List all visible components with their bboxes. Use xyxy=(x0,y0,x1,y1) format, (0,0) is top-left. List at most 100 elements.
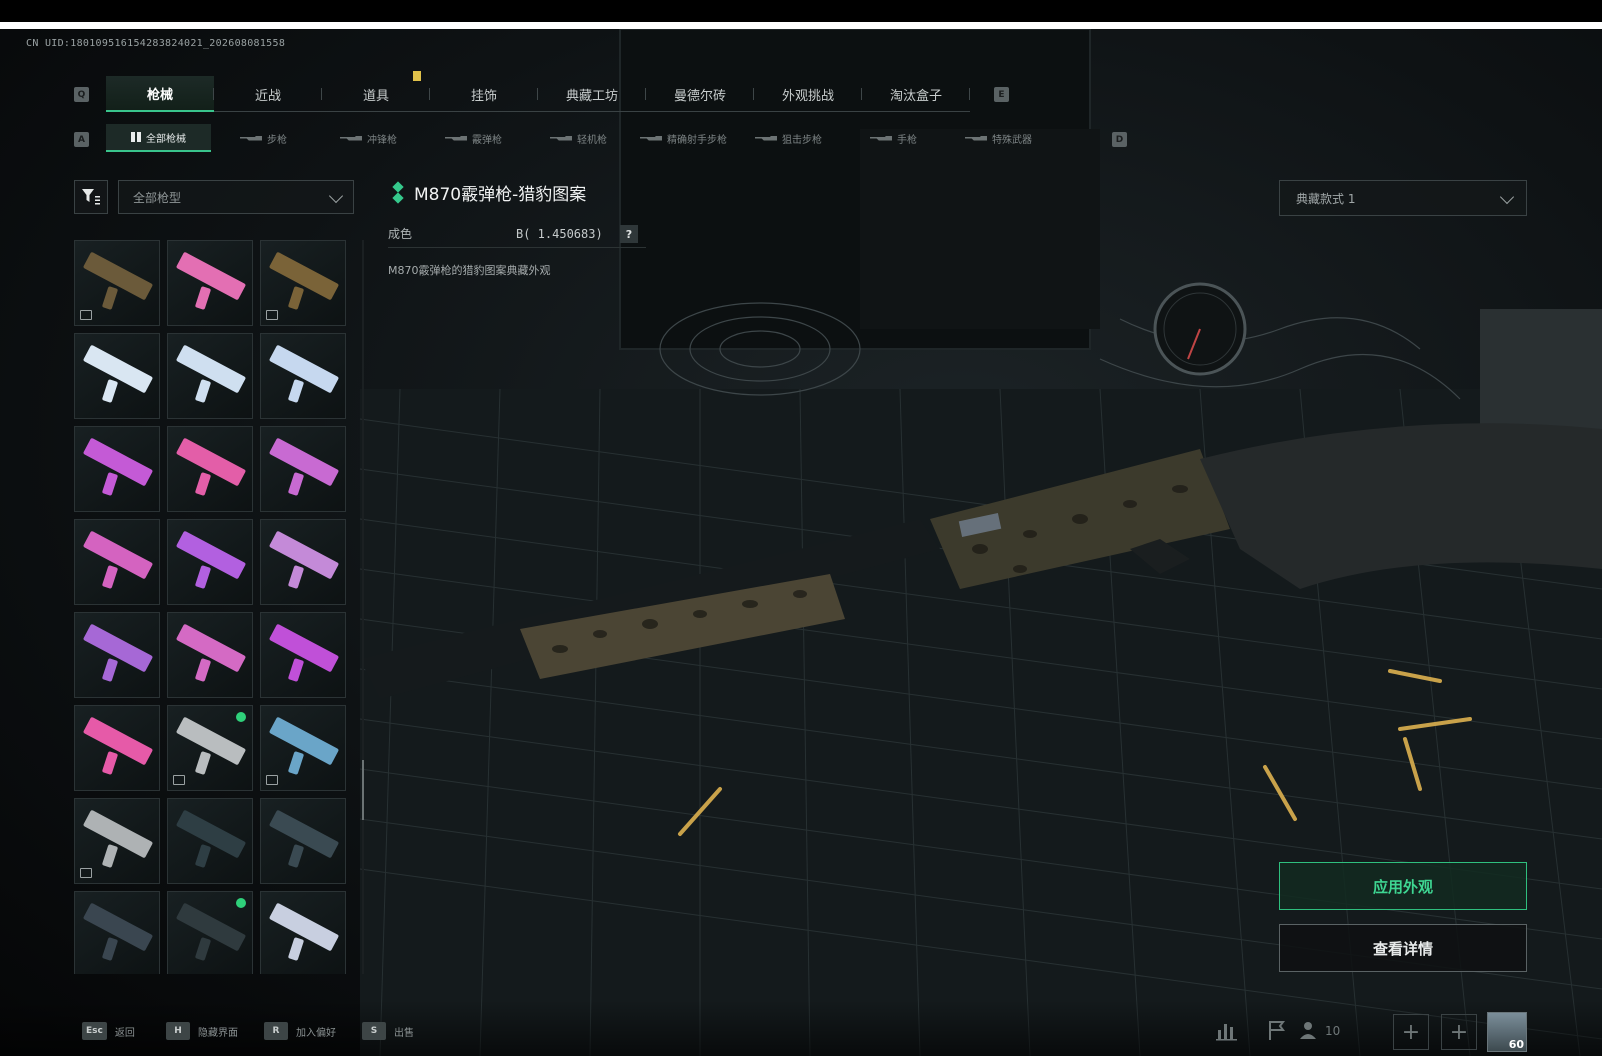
tab-charms[interactable]: 挂饰 xyxy=(430,76,538,112)
weapon-grip-image xyxy=(101,936,119,962)
filter-button[interactable] xyxy=(74,180,108,214)
hint-back[interactable]: Esc 返回 xyxy=(82,1022,135,1040)
skin-thumbnail[interactable] xyxy=(167,426,253,512)
tab-melee[interactable]: 近战 xyxy=(214,76,322,112)
weapon-grip-image xyxy=(287,843,305,869)
chevron-down-icon xyxy=(328,188,344,204)
tab-items[interactable]: 道具 xyxy=(322,76,430,112)
friends-icon[interactable] xyxy=(1298,1018,1322,1042)
marksman-icon xyxy=(640,135,662,141)
subtab-label: 冲锋枪 xyxy=(367,134,397,146)
skin-thumbnail[interactable] xyxy=(74,519,160,605)
add-party-slot-button[interactable]: + xyxy=(1393,1014,1429,1050)
weapon-grip-image xyxy=(101,471,119,497)
skin-thumbnail[interactable] xyxy=(74,798,160,884)
subtab-all-firearms[interactable]: 全部枪械 xyxy=(106,124,211,152)
friends-count: 10 xyxy=(1325,1024,1341,1038)
apply-skin-button[interactable]: 应用外观 xyxy=(1279,862,1527,910)
quality-row: 成色 B( 1.450683) ? xyxy=(388,220,646,248)
weapon-grip-image xyxy=(194,936,212,962)
next-tab-key-badge[interactable]: E xyxy=(994,87,1009,102)
prev-tab-key-badge[interactable]: Q xyxy=(74,87,89,102)
subtab-shotguns[interactable]: 霰弹枪 xyxy=(421,124,526,152)
skin-thumbnail[interactable] xyxy=(167,240,253,326)
grid-scrollbar[interactable] xyxy=(362,240,364,974)
rarity-icon xyxy=(392,182,404,204)
subtab-label: 精确射手步枪 xyxy=(667,134,727,146)
skin-thumbnail[interactable] xyxy=(260,798,346,884)
skin-thumbnail[interactable] xyxy=(74,612,160,698)
subtab-pistols[interactable]: 手枪 xyxy=(841,124,946,152)
weapon-grip-image xyxy=(287,936,305,962)
weapon-skin-image xyxy=(82,437,154,487)
scrollbar-thumb[interactable] xyxy=(362,760,364,820)
weapon-grip-image xyxy=(101,750,119,776)
subtab-lmg[interactable]: 轻机枪 xyxy=(526,124,631,152)
skin-thumbnail[interactable] xyxy=(74,426,160,512)
subtab-label: 步枪 xyxy=(267,134,287,146)
skin-thumbnail[interactable] xyxy=(260,333,346,419)
skin-thumbnail[interactable] xyxy=(74,705,160,791)
key-badge: Esc xyxy=(82,1022,107,1040)
special-weapon-icon xyxy=(965,135,987,141)
next-subtab-key-badge[interactable]: D xyxy=(1112,132,1127,147)
flag-icon[interactable] xyxy=(1265,1018,1289,1042)
collection-style-dropdown[interactable]: 典藏款式 1 xyxy=(1279,180,1527,216)
subtab-label: 霰弹枪 xyxy=(472,134,502,146)
subtab-marksman[interactable]: 精确射手步枪 xyxy=(631,124,736,152)
skin-thumbnail[interactable] xyxy=(167,798,253,884)
skin-thumbnail[interactable] xyxy=(260,891,346,974)
weapon-grip-image xyxy=(194,843,212,869)
weapon-type-dropdown[interactable]: 全部枪型 xyxy=(118,180,354,214)
view-details-button[interactable]: 查看详情 xyxy=(1279,924,1527,972)
pistol-icon xyxy=(870,135,892,141)
skin-thumbnail[interactable] xyxy=(167,612,253,698)
subtab-smg[interactable]: 冲锋枪 xyxy=(316,124,421,152)
image-icon xyxy=(266,775,278,785)
skin-thumbnail[interactable] xyxy=(260,240,346,326)
tab-firearms[interactable]: 枪械 xyxy=(106,76,214,112)
weapon-grip-image xyxy=(101,843,119,869)
skin-thumbnail[interactable] xyxy=(167,891,253,974)
weapon-skin-image xyxy=(82,809,154,859)
weapon-grip-image xyxy=(287,285,305,311)
quality-label: 成色 xyxy=(388,227,413,241)
subtab-sniper[interactable]: 狙击步枪 xyxy=(736,124,841,152)
sniper-icon xyxy=(755,135,777,141)
skin-thumbnail[interactable] xyxy=(74,891,160,974)
image-icon xyxy=(173,775,185,785)
subtab-rifles[interactable]: 步枪 xyxy=(211,124,316,152)
letterbox-top xyxy=(0,0,1602,22)
tab-elimination-box[interactable]: 淘汰盒子 xyxy=(862,76,970,112)
weapon-grip-image xyxy=(101,378,119,404)
skin-thumbnail[interactable] xyxy=(167,333,253,419)
hint-sell[interactable]: S 出售 xyxy=(362,1022,414,1040)
skin-thumbnail[interactable] xyxy=(167,705,253,791)
skin-thumbnail[interactable] xyxy=(260,612,346,698)
weapon-skin-image xyxy=(175,809,247,859)
subtab-label: 全部枪械 xyxy=(146,133,186,145)
help-button[interactable]: ? xyxy=(620,225,638,243)
skin-thumbnail[interactable] xyxy=(260,705,346,791)
tab-collection-workshop[interactable]: 典藏工坊 xyxy=(538,76,646,112)
subtab-special[interactable]: 特殊武器 xyxy=(946,124,1051,152)
weapon-skin-image xyxy=(268,344,340,394)
weapon-type-tabs: 全部枪械 步枪 冲锋枪 霰弹枪 轻机枪 精确射手步枪 狙击步枪 手枪 特殊武器 xyxy=(106,124,1051,152)
avatar[interactable]: 60 xyxy=(1487,1012,1527,1052)
skin-thumbnail[interactable] xyxy=(74,333,160,419)
hint-add-favorite[interactable]: R 加入偏好 xyxy=(264,1022,336,1040)
key-badge: R xyxy=(264,1022,288,1040)
skin-thumbnail[interactable] xyxy=(260,426,346,512)
skin-thumbnail[interactable] xyxy=(260,519,346,605)
subtab-label: 手枪 xyxy=(897,134,917,146)
tab-mandel-brick[interactable]: 曼德尔砖 xyxy=(646,76,754,112)
prev-subtab-key-badge[interactable]: A xyxy=(74,132,89,147)
hint-hide-ui[interactable]: H 隐藏界面 xyxy=(166,1022,238,1040)
skin-grid xyxy=(74,240,352,974)
weapon-skin-image xyxy=(82,623,154,673)
stats-icon[interactable] xyxy=(1215,1018,1239,1042)
add-party-slot-button[interactable]: + xyxy=(1441,1014,1477,1050)
skin-thumbnail[interactable] xyxy=(74,240,160,326)
tab-appearance-challenge[interactable]: 外观挑战 xyxy=(754,76,862,112)
skin-thumbnail[interactable] xyxy=(167,519,253,605)
